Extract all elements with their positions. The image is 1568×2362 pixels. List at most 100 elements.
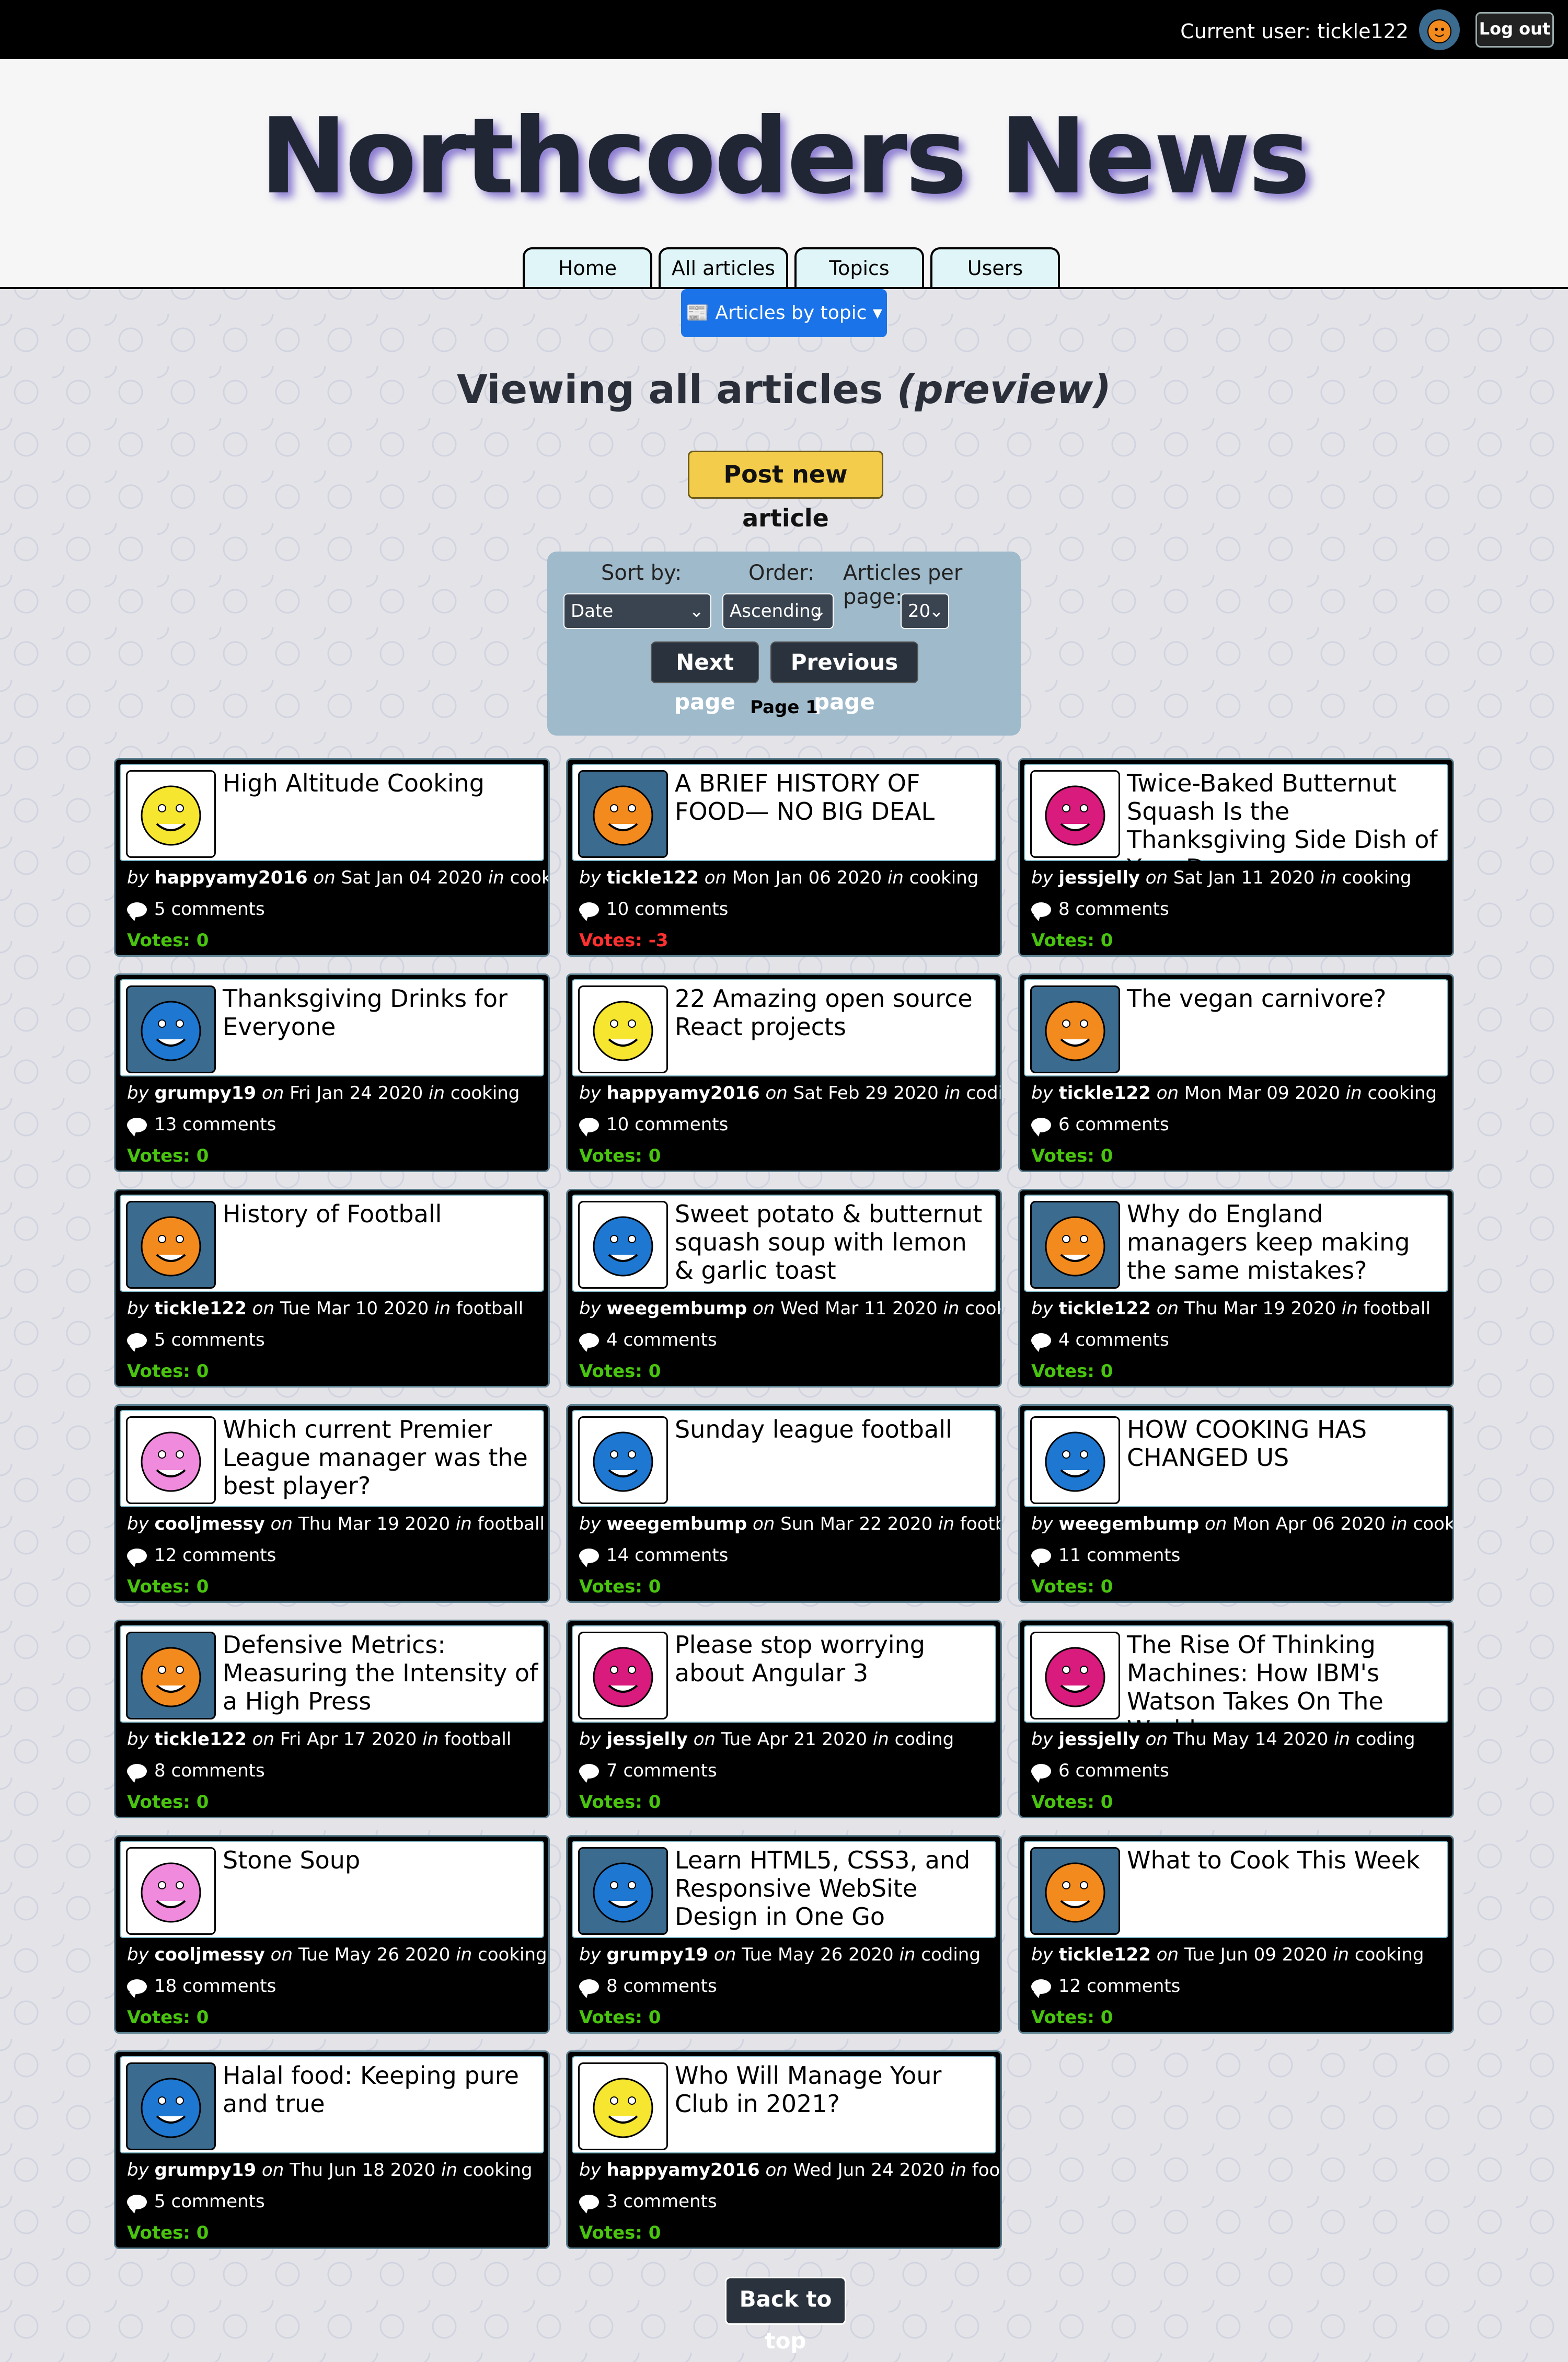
article-comments[interactable]: 5 comments	[127, 899, 265, 921]
article-comments[interactable]: 6 comments	[1031, 1114, 1169, 1137]
article-author[interactable]: tickle122	[155, 1298, 247, 1319]
author-avatar[interactable]	[578, 1847, 668, 1935]
article-topic[interactable]: football	[960, 1513, 1000, 1534]
article-comments[interactable]: 8 comments	[127, 1760, 265, 1783]
tab-home[interactable]: Home	[523, 247, 652, 287]
article-title[interactable]: Sunday league football	[675, 1415, 991, 1443]
author-avatar[interactable]	[578, 1632, 668, 1719]
article-card[interactable]: Thanksgiving Drinks for Everyone by grump…	[114, 973, 550, 1172]
order-select[interactable]: Ascending ⌄	[722, 593, 834, 629]
article-title[interactable]: High Altitude Cooking	[223, 769, 539, 797]
article-card[interactable]: Which current Premier League manager was…	[114, 1404, 550, 1603]
author-avatar[interactable]	[126, 2062, 216, 2150]
article-author[interactable]: tickle122	[1059, 1083, 1151, 1104]
article-card[interactable]: 22 Amazing open source React projects by …	[566, 973, 1002, 1172]
article-topic[interactable]: football	[478, 1513, 545, 1534]
article-title[interactable]: Why do England managers keep making the …	[1127, 1200, 1443, 1285]
article-title[interactable]: A BRIEF HISTORY OF FOOD— NO BIG DEAL	[675, 769, 991, 825]
author-avatar[interactable]	[126, 985, 216, 1073]
article-topic[interactable]: coding	[1356, 1729, 1415, 1750]
author-avatar[interactable]	[578, 1201, 668, 1289]
article-card[interactable]: Sweet potato & butternut squash soup wit…	[566, 1189, 1002, 1388]
article-comments[interactable]: 10 comments	[579, 1114, 728, 1137]
article-author[interactable]: weegembump	[607, 1513, 747, 1534]
article-card[interactable]: Sunday league football by weegembump on S…	[566, 1404, 1002, 1603]
author-avatar[interactable]	[1030, 985, 1120, 1073]
article-title[interactable]: Sweet potato & butternut squash soup wit…	[675, 1200, 991, 1285]
article-card[interactable]: The vegan carnivore? by tickle122 on Mon …	[1018, 973, 1454, 1172]
per-page-select[interactable]: 20 ⌄	[901, 593, 949, 629]
article-author[interactable]: cooljmessy	[155, 1513, 265, 1534]
article-author[interactable]: grumpy19	[155, 2160, 257, 2181]
author-avatar[interactable]	[126, 1201, 216, 1289]
article-card[interactable]: Please stop worrying about Angular 3 by j…	[566, 1620, 1002, 1818]
article-card[interactable]: Learn HTML5, CSS3, and Responsive WebSit…	[566, 1835, 1002, 2034]
article-title[interactable]: Halal food: Keeping pure and true	[223, 2061, 539, 2118]
article-title[interactable]: HOW COOKING HAS CHANGED US	[1127, 1415, 1443, 1472]
article-title[interactable]: Defensive Metrics: Measuring the Intensi…	[223, 1631, 539, 1715]
article-author[interactable]: happyamy2016	[155, 867, 308, 888]
sort-select[interactable]: Date ⌄	[563, 593, 711, 629]
article-comments[interactable]: 4 comments	[1031, 1329, 1169, 1352]
article-author[interactable]: happyamy2016	[607, 1083, 760, 1104]
article-topic[interactable]: cooking	[965, 1298, 1000, 1319]
article-comments[interactable]: 5 comments	[127, 1329, 265, 1352]
article-title[interactable]: Stone Soup	[223, 1846, 539, 1874]
article-card[interactable]: High Altitude Cooking by happyamy2016 on …	[114, 758, 550, 957]
article-topic[interactable]: football	[1364, 1298, 1431, 1319]
article-author[interactable]: tickle122	[155, 1729, 247, 1750]
article-card[interactable]: Halal food: Keeping pure and true by grum…	[114, 2050, 550, 2249]
author-avatar[interactable]	[578, 1416, 668, 1504]
article-title[interactable]: History of Football	[223, 1200, 539, 1228]
article-author[interactable]: jessjelly	[1059, 867, 1140, 888]
article-comments[interactable]: 14 comments	[579, 1545, 728, 1567]
tab-topics[interactable]: Topics	[794, 247, 924, 287]
article-author[interactable]: weegembump	[1059, 1513, 1200, 1534]
author-avatar[interactable]	[1030, 1201, 1120, 1289]
article-author[interactable]: grumpy19	[155, 1083, 257, 1104]
author-avatar[interactable]	[578, 985, 668, 1073]
article-comments[interactable]: 18 comments	[127, 1976, 276, 1998]
tab-users[interactable]: Users	[930, 247, 1060, 287]
post-new-article-button[interactable]: Post new article	[688, 451, 883, 532]
article-card[interactable]: Twice-Baked Butternut Squash Is the Than…	[1018, 758, 1454, 957]
article-comments[interactable]: 12 comments	[127, 1545, 276, 1567]
article-comments[interactable]: 7 comments	[579, 1760, 717, 1783]
article-comments[interactable]: 3 comments	[579, 2191, 717, 2214]
site-title[interactable]: Northcoders News	[0, 96, 1568, 217]
article-title[interactable]: 22 Amazing open source React projects	[675, 984, 991, 1041]
article-title[interactable]: The vegan carnivore?	[1127, 984, 1443, 1013]
article-card[interactable]: Stone Soup by cooljmessy on Tue May 26 20…	[114, 1835, 550, 2034]
article-topic[interactable]: football	[444, 1729, 511, 1750]
back-to-top-button[interactable]: Back to top	[725, 2277, 846, 2354]
article-comments[interactable]: 13 comments	[127, 1114, 276, 1137]
article-topic[interactable]: cooking	[510, 867, 548, 888]
author-avatar[interactable]	[1030, 1632, 1120, 1719]
next-page-button[interactable]: Next page	[651, 641, 759, 715]
previous-page-button[interactable]: Previous page	[770, 641, 918, 715]
article-author[interactable]: weegembump	[607, 1298, 747, 1319]
article-title[interactable]: Who Will Manage Your Club in 2021?	[675, 2061, 991, 2118]
article-topic[interactable]: football	[456, 1298, 523, 1319]
article-author[interactable]: tickle122	[1059, 1944, 1151, 1965]
article-card[interactable]: HOW COOKING HAS CHANGED US by weegembump …	[1018, 1404, 1454, 1603]
author-avatar[interactable]	[1030, 770, 1120, 858]
article-topic[interactable]: cooking	[478, 1944, 547, 1965]
article-author[interactable]: tickle122	[1059, 1298, 1151, 1319]
user-avatar[interactable]	[1419, 9, 1460, 50]
article-card[interactable]: What to Cook This Week by tickle122 on Tu…	[1018, 1835, 1454, 2034]
article-topic[interactable]: coding	[966, 1083, 1000, 1104]
article-author[interactable]: grumpy19	[607, 1944, 709, 1965]
article-card[interactable]: Why do England managers keep making the …	[1018, 1189, 1454, 1388]
article-title[interactable]: Learn HTML5, CSS3, and Responsive WebSit…	[675, 1846, 991, 1931]
author-avatar[interactable]	[1030, 1847, 1120, 1935]
article-comments[interactable]: 4 comments	[579, 1329, 717, 1352]
article-comments[interactable]: 5 comments	[127, 2191, 265, 2214]
article-comments[interactable]: 6 comments	[1031, 1760, 1169, 1783]
article-topic[interactable]: cooking	[909, 867, 979, 888]
article-author[interactable]: cooljmessy	[155, 1944, 265, 1965]
author-avatar[interactable]	[578, 2062, 668, 2150]
article-card[interactable]: A BRIEF HISTORY OF FOOD— NO BIG DEAL by t…	[566, 758, 1002, 957]
article-author[interactable]: tickle122	[607, 867, 699, 888]
article-author[interactable]: jessjelly	[1059, 1729, 1140, 1750]
